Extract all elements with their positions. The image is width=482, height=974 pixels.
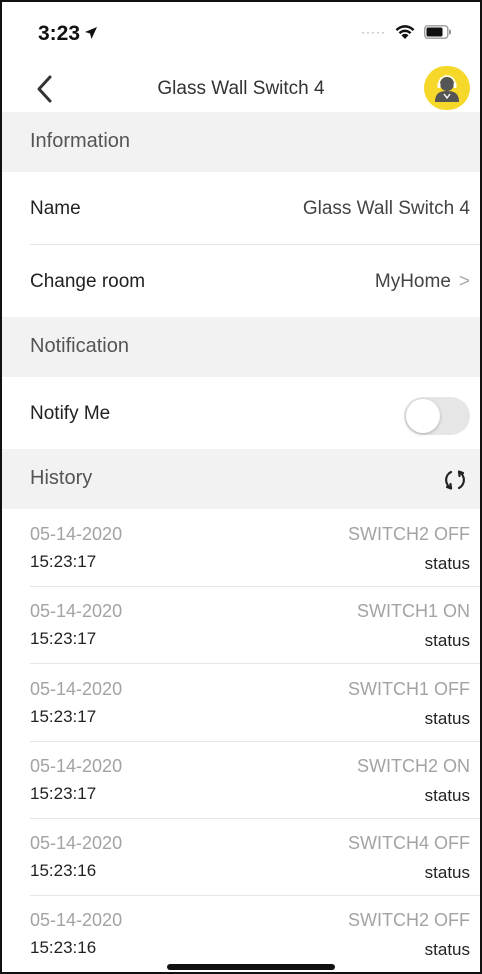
history-row: 05-14-2020 15:23:17 SWITCH1 ON status — [2, 587, 480, 664]
battery-icon — [424, 25, 452, 39]
room-value-text: MyHome — [374, 271, 451, 292]
location-arrow-icon — [84, 26, 98, 45]
history-date: 05-14-2020 — [30, 910, 123, 930]
history-time: 15:23:16 — [30, 938, 97, 957]
history-event: SWITCH2 ON — [356, 756, 470, 776]
page-title: Glass Wall Switch 4 — [157, 78, 325, 99]
history-row: 05-14-2020 15:23:16 SWITCH4 OFF status — [2, 819, 480, 896]
home-indicator[interactable] — [167, 964, 335, 970]
history-time: 15:23:17 — [30, 552, 97, 571]
name-value: Glass Wall Switch 4 — [302, 198, 470, 219]
status-bar: 3:23 ····· — [2, 2, 480, 66]
history-type: status — [424, 786, 470, 805]
history-row: 05-14-2020 15:23:16 SWITCH2 OFF status — [2, 896, 480, 972]
change-room-label: Change room — [30, 271, 146, 292]
section-information: Information — [2, 112, 480, 172]
section-information-label: Information — [30, 130, 131, 152]
status-icons: ····· — [361, 24, 452, 40]
name-row[interactable]: Name Glass Wall Switch 4 — [2, 172, 480, 244]
history-event: SWITCH2 OFF — [348, 524, 470, 544]
name-label: Name — [30, 198, 81, 219]
support-agent-icon — [435, 75, 459, 102]
section-notification-label: Notification — [30, 335, 129, 357]
status-time-text: 3:23 — [38, 22, 81, 45]
history-type: status — [424, 631, 470, 650]
history-type: status — [424, 554, 470, 573]
status-time: 3:23 — [38, 22, 98, 46]
chevron-right-icon: > — [458, 271, 470, 292]
divider — [30, 663, 480, 664]
signal-dots-icon: ····· — [361, 25, 386, 39]
history-date: 05-14-2020 — [30, 756, 123, 776]
room-value: MyHome > — [375, 271, 470, 293]
history-date: 05-14-2020 — [30, 833, 123, 853]
history-date: 05-14-2020 — [30, 601, 123, 621]
section-notification: Notification — [2, 317, 480, 377]
history-time: 15:23:17 — [30, 707, 97, 726]
history-event: SWITCH4 OFF — [348, 833, 470, 853]
refresh-icon[interactable] — [440, 465, 470, 495]
history-time: 15:23:16 — [30, 861, 97, 880]
notify-me-toggle[interactable] — [404, 397, 470, 435]
wifi-icon — [394, 24, 416, 40]
section-history-label: History — [30, 467, 93, 489]
nav-bar: Glass Wall Switch 4 — [2, 66, 480, 114]
app-screen: 3:23 ····· Glass Wall Switch 4 Informati… — [0, 0, 482, 974]
history-type: status — [424, 709, 470, 728]
history-type: status — [424, 863, 470, 882]
history-row: 05-14-2020 15:23:17 SWITCH1 OFF status — [2, 665, 480, 742]
history-event: SWITCH2 OFF — [348, 910, 470, 930]
history-event: SWITCH1 OFF — [348, 679, 470, 699]
history-row: 05-14-2020 15:23:17 SWITCH2 ON status — [2, 742, 480, 819]
support-button[interactable] — [424, 66, 470, 110]
toggle-knob — [406, 399, 440, 433]
history-row: 05-14-2020 15:23:17 SWITCH2 OFF status — [2, 510, 480, 587]
history-date: 05-14-2020 — [30, 679, 123, 699]
history-time: 15:23:17 — [30, 629, 97, 648]
section-history: History — [2, 449, 480, 509]
history-date: 05-14-2020 — [30, 524, 123, 544]
history-event: SWITCH1 ON — [356, 601, 470, 621]
history-type: status — [424, 940, 470, 959]
change-room-row[interactable]: Change room MyHome > — [2, 245, 480, 317]
notify-me-label: Notify Me — [30, 403, 111, 424]
notify-me-row: Notify Me — [2, 377, 480, 449]
history-time: 15:23:17 — [30, 784, 97, 803]
